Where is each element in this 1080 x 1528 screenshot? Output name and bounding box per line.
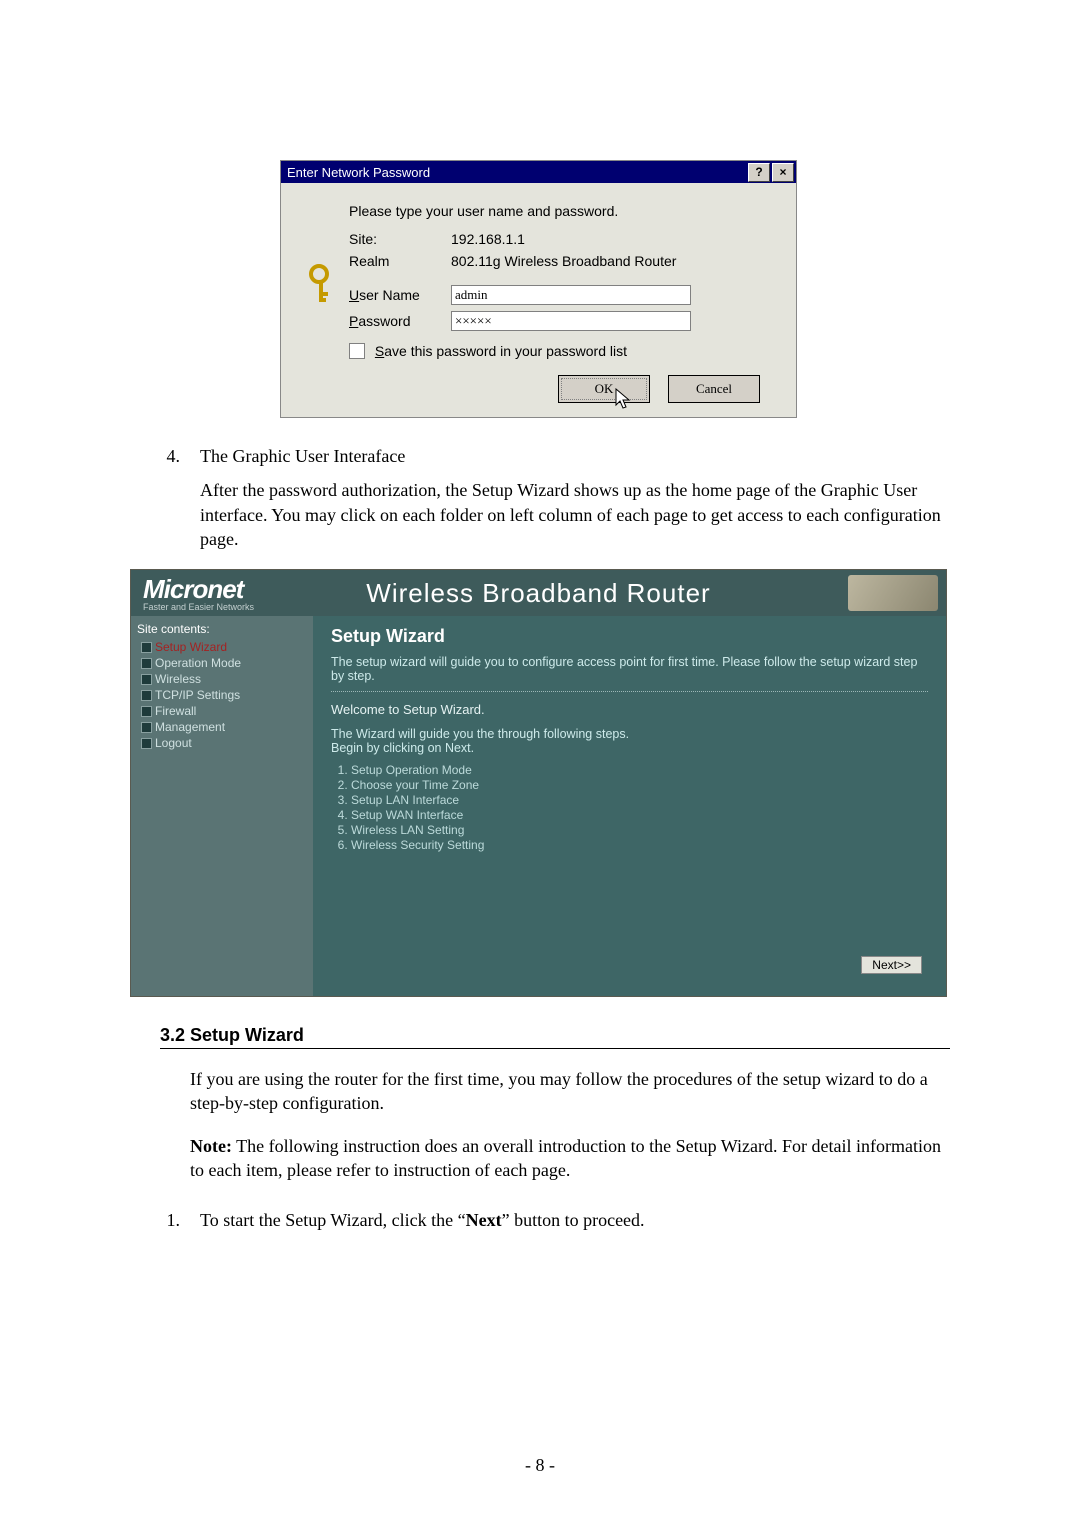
step-5: Wireless LAN Setting <box>351 823 928 837</box>
sidebar-item-setup-wizard[interactable]: Setup Wizard <box>137 639 307 655</box>
step-4: Setup WAN Interface <box>351 808 928 822</box>
section-3-2-p1: If you are using the router for the firs… <box>190 1067 950 1116</box>
section-3-2-heading: 3.2 Setup Wizard <box>160 1025 950 1049</box>
password-label: Password <box>349 313 451 329</box>
cursor-icon <box>615 388 633 410</box>
folder-icon <box>141 690 152 701</box>
item1-number: 1. <box>130 1208 200 1232</box>
item4-number: 4. <box>130 444 200 468</box>
wizard-steps: Setup Operation Mode Choose your Time Zo… <box>351 763 928 852</box>
folder-icon <box>141 642 152 653</box>
list-item-4: 4. The Graphic User Interaface <box>130 444 950 468</box>
dialog-prompt: Please type your user name and password. <box>349 203 778 219</box>
folder-icon <box>141 738 152 749</box>
list-item-1: 1. To start the Setup Wizard, click the … <box>130 1208 950 1232</box>
main-panel: Setup Wizard The setup wizard will guide… <box>313 616 946 996</box>
header-image <box>848 575 938 611</box>
main-heading: Setup Wizard <box>331 626 928 647</box>
item4-body: After the password authorization, the Se… <box>200 478 950 551</box>
close-button[interactable]: × <box>772 163 794 182</box>
begin-text: The Wizard will guide you the through fo… <box>331 727 928 755</box>
sidebar-item-operation-mode[interactable]: Operation Mode <box>137 655 307 671</box>
folder-icon <box>141 674 152 685</box>
folder-icon <box>141 706 152 717</box>
next-button[interactable]: Next>> <box>861 956 922 974</box>
logo: Micronet <box>143 574 254 605</box>
sidebar: Site contents: Setup Wizard Operation Mo… <box>131 616 313 996</box>
key-icon <box>307 264 341 304</box>
section-3-2-note: Note: The following instruction does an … <box>190 1134 950 1183</box>
logo-subtitle: Faster and Easier Networks <box>143 602 254 612</box>
ok-button[interactable]: OK <box>558 375 650 403</box>
step-6: Wireless Security Setting <box>351 838 928 852</box>
page-number: - 8 - <box>0 1455 1080 1476</box>
save-password-label: Save this password in your password list <box>371 343 627 359</box>
sidebar-item-logout[interactable]: Logout <box>137 735 307 751</box>
dialog-titlebar: Enter Network Password ? × <box>281 161 796 183</box>
step-1: Setup Operation Mode <box>351 763 928 777</box>
username-input[interactable] <box>451 285 691 305</box>
router-header: Micronet Faster and Easier Networks Wire… <box>131 570 946 616</box>
site-value: 192.168.1.1 <box>451 231 778 247</box>
sidebar-item-firewall[interactable]: Firewall <box>137 703 307 719</box>
step-3: Setup LAN Interface <box>351 793 928 807</box>
realm-label: Realm <box>349 253 451 269</box>
username-label: User Name <box>349 287 451 303</box>
folder-icon <box>141 722 152 733</box>
sidebar-item-tcpip[interactable]: TCP/IP Settings <box>137 687 307 703</box>
login-dialog: Enter Network Password ? × Please type y… <box>280 160 797 418</box>
main-intro: The setup wizard will guide you to confi… <box>331 655 928 692</box>
item4-title: The Graphic User Interaface <box>200 444 950 468</box>
cancel-button[interactable]: Cancel <box>668 375 760 403</box>
help-button[interactable]: ? <box>748 163 770 182</box>
password-input[interactable] <box>451 311 691 331</box>
site-label: Site: <box>349 231 451 247</box>
dialog-title: Enter Network Password <box>287 165 430 180</box>
sidebar-item-wireless[interactable]: Wireless <box>137 671 307 687</box>
router-ui: Micronet Faster and Easier Networks Wire… <box>130 569 947 997</box>
router-header-title: Wireless Broadband Router <box>366 578 710 609</box>
sidebar-item-management[interactable]: Management <box>137 719 307 735</box>
step-2: Choose your Time Zone <box>351 778 928 792</box>
realm-value: 802.11g Wireless Broadband Router <box>451 253 778 269</box>
folder-icon <box>141 658 152 669</box>
save-password-checkbox[interactable] <box>349 343 365 359</box>
welcome-text: Welcome to Setup Wizard. <box>331 702 928 717</box>
sidebar-root: Site contents: <box>137 622 307 636</box>
item1-text: To start the Setup Wizard, click the “Ne… <box>200 1208 950 1232</box>
